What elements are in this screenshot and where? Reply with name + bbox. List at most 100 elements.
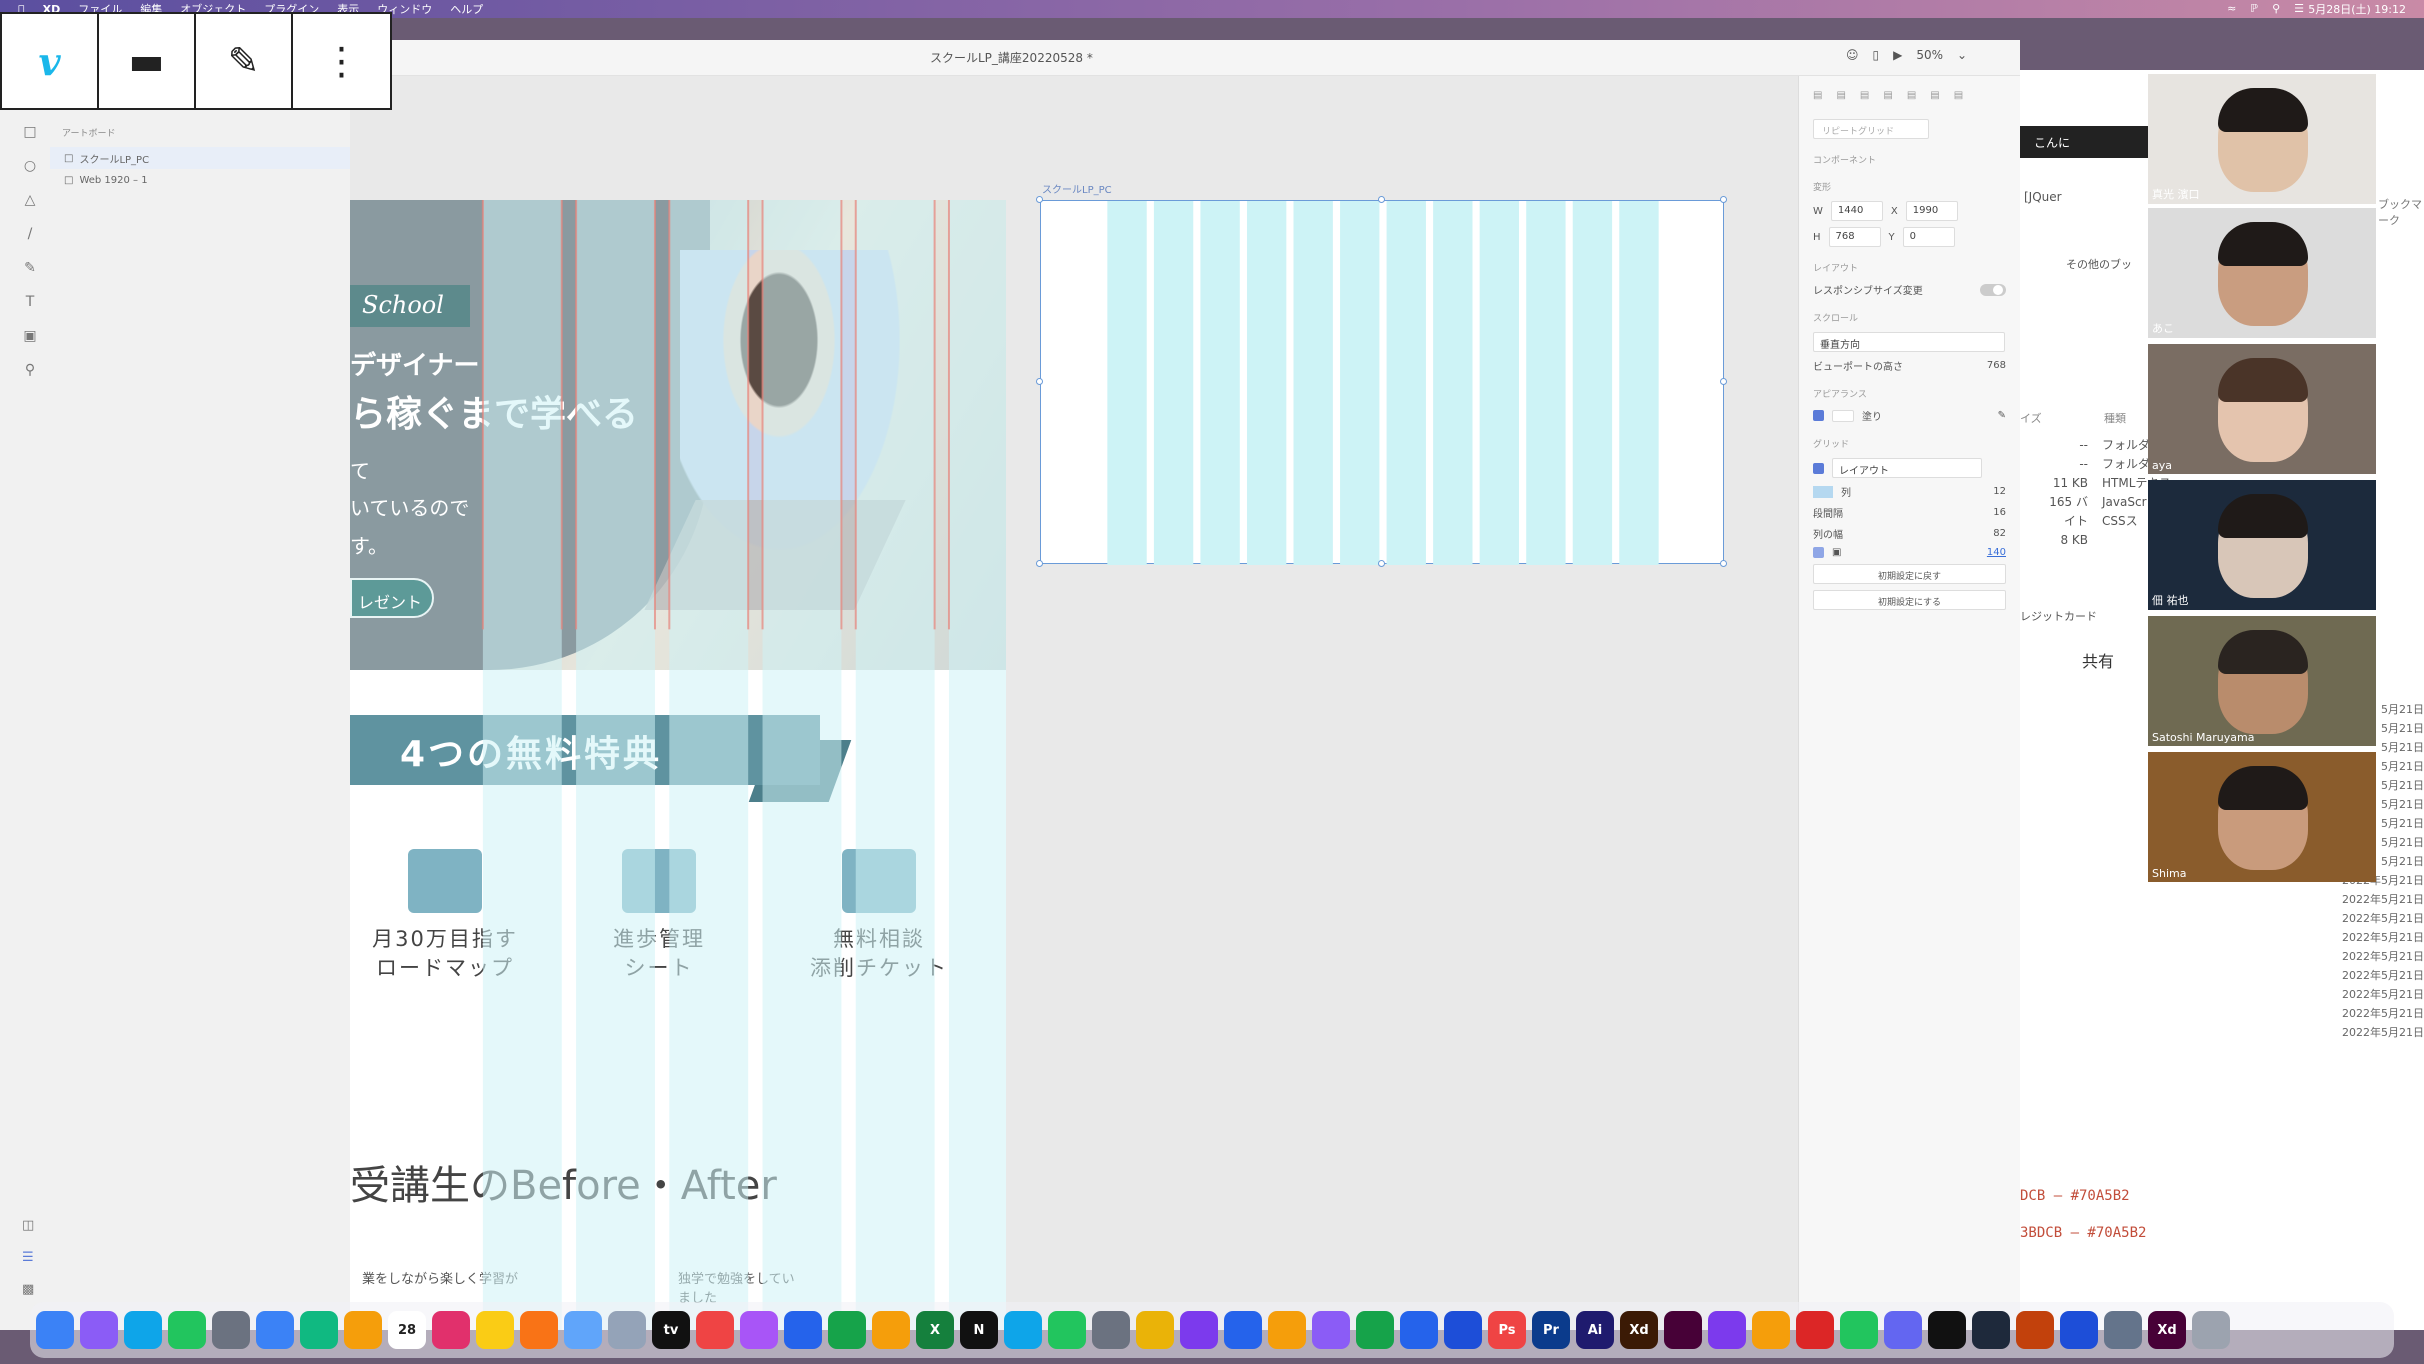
browser-tab[interactable]: [JQuer bbox=[2024, 190, 2062, 204]
chevron-down-icon[interactable]: ⌄ bbox=[1957, 48, 1967, 62]
y-input[interactable]: 0 bbox=[1902, 227, 1955, 247]
dock-app-figma[interactable]: Ps bbox=[1488, 1311, 1526, 1349]
resize-handle[interactable] bbox=[1036, 378, 1043, 385]
dock-app-activity[interactable] bbox=[1972, 1311, 2010, 1349]
dock-app-app-store[interactable] bbox=[1004, 1311, 1042, 1349]
plugins-icon[interactable]: ▩ bbox=[22, 1282, 34, 1297]
dock-app-imovie[interactable] bbox=[1708, 1311, 1746, 1349]
reset-default-button[interactable]: 初期設定に戻す bbox=[1813, 564, 2006, 584]
dock-app-calendar[interactable]: 28 bbox=[388, 1311, 426, 1349]
pen-tool-icon[interactable]: ✎ bbox=[16, 260, 44, 294]
viewport-input[interactable]: 768 bbox=[1987, 360, 2006, 371]
dock-app-system-settings[interactable] bbox=[1092, 1311, 1130, 1349]
dock-app-calculator[interactable] bbox=[212, 1311, 250, 1349]
grid-checkbox[interactable] bbox=[1813, 462, 1824, 474]
zoom-tool-icon[interactable]: ⚲ bbox=[16, 362, 44, 396]
dock-app-pages[interactable] bbox=[872, 1311, 910, 1349]
resize-handle[interactable] bbox=[1720, 560, 1727, 567]
dock-app-premiere[interactable]: Ai bbox=[1576, 1311, 1614, 1349]
dock-app-numbers[interactable] bbox=[828, 1311, 866, 1349]
dock-app-discord[interactable] bbox=[1884, 1311, 1922, 1349]
dock-app-chrome[interactable] bbox=[1136, 1311, 1174, 1349]
participant-tile[interactable]: あこ bbox=[2148, 208, 2376, 338]
dock-app-vs-code[interactable] bbox=[1224, 1311, 1262, 1349]
dock-app-sketch[interactable] bbox=[1752, 1311, 1790, 1349]
line-tool-icon[interactable]: / bbox=[16, 226, 44, 260]
dock-app-notion[interactable]: N bbox=[960, 1311, 998, 1349]
control-center-icon[interactable]: ☰ bbox=[2294, 2, 2304, 15]
width-input[interactable]: 1440 bbox=[1830, 201, 1883, 221]
linked-margins-icon[interactable] bbox=[1813, 547, 1824, 558]
dock-app-acrobat[interactable] bbox=[1796, 1311, 1834, 1349]
grid-color-swatch[interactable] bbox=[1813, 485, 1833, 498]
benefit-card-roadmap[interactable]: 月30万目指す ロードマップ bbox=[350, 835, 540, 1043]
dock-app-maps2[interactable] bbox=[1444, 1311, 1482, 1349]
dock-app-instagram[interactable] bbox=[432, 1311, 470, 1349]
dock-app-podcasts[interactable] bbox=[740, 1311, 778, 1349]
dock-app-mail[interactable] bbox=[256, 1311, 294, 1349]
dock-app-excel[interactable]: X bbox=[916, 1311, 954, 1349]
benefit-card-consultation[interactable]: 無料相談 添削チケット bbox=[784, 835, 974, 1043]
dock-app-cyberduck[interactable] bbox=[1268, 1311, 1306, 1349]
dock-app-photos[interactable] bbox=[344, 1311, 382, 1349]
benefit-card-progress-sheet[interactable]: 進歩管理 シート bbox=[564, 835, 754, 1043]
fill-checkbox[interactable] bbox=[1813, 410, 1824, 421]
dock-app-tv[interactable]: tv bbox=[652, 1311, 690, 1349]
repeat-grid-button[interactable]: リピートグリッド bbox=[1813, 119, 1929, 139]
more-vertical-icon[interactable]: ⋮ bbox=[293, 14, 390, 108]
align-left-icon[interactable]: ▤ bbox=[1907, 90, 1916, 101]
gutter-input[interactable]: 16 bbox=[1993, 507, 2006, 518]
dock-app-messages[interactable] bbox=[168, 1311, 206, 1349]
artboard-label[interactable]: スクールLP_PC bbox=[1042, 181, 1112, 196]
pencil-icon[interactable]: ✎ bbox=[196, 14, 293, 108]
menu-help[interactable]: ヘルプ bbox=[450, 1, 483, 17]
dock-app-illustrator[interactable]: Xd bbox=[1620, 1311, 1658, 1349]
set-default-button[interactable]: 初期設定にする bbox=[1813, 590, 2006, 610]
layer-item[interactable]: □ スクールLP_PC bbox=[50, 147, 350, 169]
resize-handle[interactable] bbox=[1378, 196, 1385, 203]
resize-handle[interactable] bbox=[1720, 196, 1727, 203]
grid-type-select[interactable]: レイアウト bbox=[1832, 458, 1982, 478]
dock-app-zoom[interactable] bbox=[1400, 1311, 1438, 1349]
vimeo-logo-icon[interactable]: v bbox=[2, 14, 99, 108]
ellipse-tool-icon[interactable]: ○ bbox=[16, 158, 44, 192]
dock-app-word[interactable] bbox=[2060, 1311, 2098, 1349]
resize-handle[interactable] bbox=[1036, 560, 1043, 567]
share-icon[interactable]: ☺ bbox=[1846, 48, 1859, 62]
dock-app-terminal[interactable] bbox=[1928, 1311, 1966, 1349]
dock-app-meet[interactable] bbox=[1356, 1311, 1394, 1349]
align-middle-icon[interactable]: ▤ bbox=[1836, 90, 1845, 101]
participant-tile[interactable]: aya bbox=[2148, 344, 2376, 474]
resize-handle[interactable] bbox=[1378, 560, 1385, 567]
align-center-icon[interactable]: ▤ bbox=[1930, 90, 1939, 101]
layer-item[interactable]: □ Web 1920 – 1 bbox=[50, 169, 350, 191]
device-preview-icon[interactable]: ▯ bbox=[1873, 48, 1880, 62]
bluetooth-icon[interactable]: ℙ bbox=[2250, 2, 2258, 15]
document-title[interactable]: スクールLP_講座20220528 * bbox=[930, 49, 1093, 66]
dock-app-line[interactable] bbox=[1840, 1311, 1878, 1349]
dock-app-reminders[interactable] bbox=[520, 1311, 558, 1349]
zoom-level[interactable]: 50% bbox=[1916, 48, 1943, 62]
dock-app-notes[interactable] bbox=[476, 1311, 514, 1349]
play-icon[interactable]: ▶ bbox=[1893, 48, 1902, 62]
layers-icon[interactable]: ☰ bbox=[22, 1250, 34, 1265]
participant-tile[interactable]: Shima bbox=[2148, 752, 2376, 882]
fill-swatch[interactable] bbox=[1832, 409, 1854, 422]
search-icon[interactable]: ⚲ bbox=[2272, 2, 2280, 15]
participant-tile[interactable]: 佃 祐也 bbox=[2148, 480, 2376, 610]
dock-app-powerpoint[interactable] bbox=[2016, 1311, 2054, 1349]
responsive-toggle[interactable] bbox=[1980, 283, 2006, 296]
align-top-icon[interactable]: ▤ bbox=[1813, 90, 1822, 101]
dock-app-finder2[interactable] bbox=[2104, 1311, 2142, 1349]
separate-margins-icon[interactable]: ▣ bbox=[1832, 547, 1841, 558]
dock-app-preview[interactable] bbox=[608, 1311, 646, 1349]
dock-app-music[interactable] bbox=[696, 1311, 734, 1349]
assets-icon[interactable]: ◫ bbox=[22, 1218, 34, 1233]
artboard-landing-page[interactable]: School デザイナー ら稼ぐまで学べる て いているので す。 レゼント 4… bbox=[350, 200, 1006, 1330]
margin-input[interactable]: 140 bbox=[1987, 547, 2006, 558]
dock-app-messenger[interactable] bbox=[1312, 1311, 1350, 1349]
dock-app-photoshop[interactable]: Pr bbox=[1532, 1311, 1570, 1349]
dock-app-maps[interactable] bbox=[300, 1311, 338, 1349]
dock-app-files[interactable] bbox=[564, 1311, 602, 1349]
dock-app-launchpad[interactable] bbox=[80, 1311, 118, 1349]
